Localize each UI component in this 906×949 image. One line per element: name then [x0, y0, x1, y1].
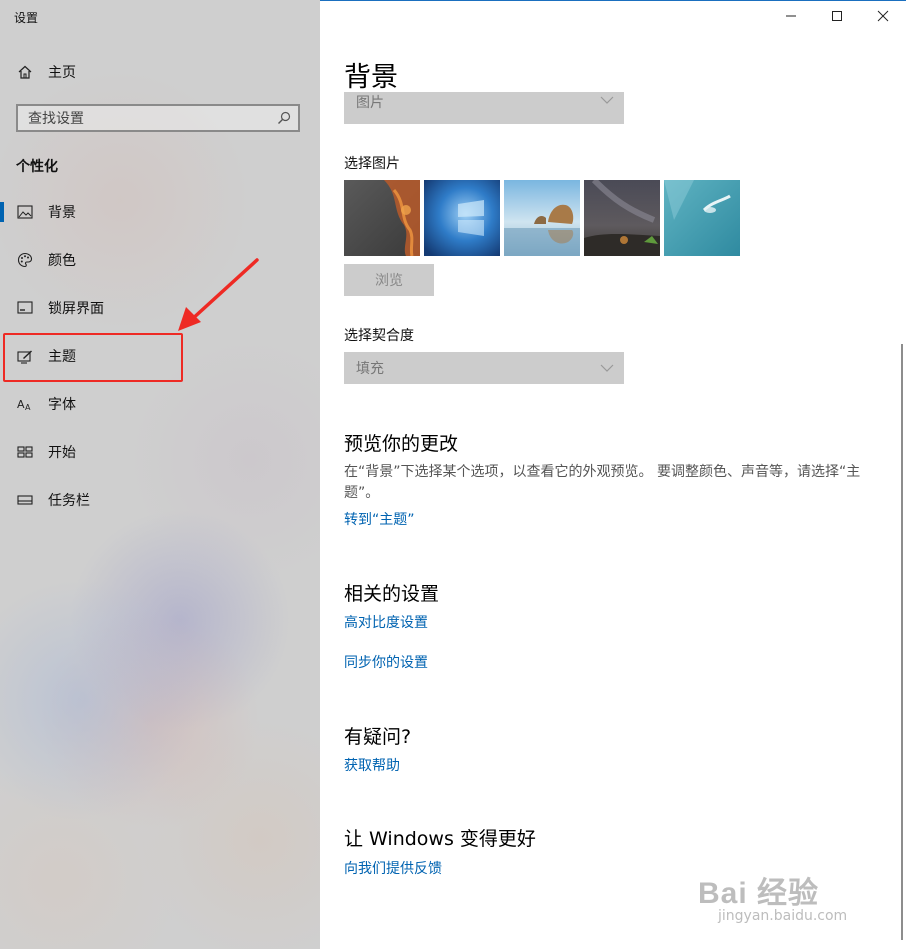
background-type-dropdown[interactable]: 图片	[344, 92, 624, 124]
wallpaper-thumbnail[interactable]	[504, 180, 580, 256]
sidebar-item-label: 开始	[48, 445, 76, 461]
sidebar-item-fonts[interactable]: AA 字体	[0, 384, 320, 424]
sidebar-item-label: 背景	[48, 205, 76, 221]
maximize-button[interactable]	[827, 6, 847, 26]
dropdown-value: 图片	[356, 95, 384, 111]
search-box[interactable]	[16, 104, 300, 132]
search-icon[interactable]	[276, 110, 292, 130]
wallpaper-thumbnail[interactable]	[584, 180, 660, 256]
sidebar-item-label: 锁屏界面	[48, 301, 104, 317]
page-title: 背景	[344, 62, 398, 93]
minimize-icon	[786, 15, 796, 17]
close-button[interactable]	[873, 6, 893, 26]
settings-sidebar: 设置 主页 个性化 背景 颜色 锁屏界面 主题	[0, 0, 320, 949]
dropdown-value: 填充	[356, 361, 384, 377]
related-settings-heading: 相关的设置	[344, 583, 440, 605]
nav-home-label: 主页	[48, 65, 76, 81]
annotation-highlight-box	[3, 333, 183, 382]
window-top-border	[320, 0, 906, 1]
go-to-themes-link[interactable]: 转到“主题”	[344, 509, 415, 529]
sidebar-item-label: 字体	[48, 397, 76, 413]
start-icon	[16, 443, 34, 461]
fit-dropdown[interactable]: 填充	[344, 352, 624, 384]
feedback-link[interactable]: 向我们提供反馈	[344, 858, 442, 878]
chevron-down-icon	[600, 364, 614, 372]
home-icon	[16, 63, 34, 81]
svg-text:A: A	[25, 403, 31, 411]
get-help-link[interactable]: 获取帮助	[344, 755, 400, 775]
sidebar-item-start[interactable]: 开始	[0, 432, 320, 472]
sync-settings-link[interactable]: 同步你的设置	[344, 652, 428, 672]
taskbar-icon	[16, 491, 34, 509]
nav-home[interactable]: 主页	[0, 52, 320, 92]
search-input[interactable]	[26, 109, 270, 129]
svg-text:A: A	[17, 398, 25, 411]
watermark-text: Bai 经验	[698, 877, 820, 910]
sidebar-item-background[interactable]: 背景	[0, 192, 320, 232]
wallpaper-thumbnail[interactable]	[424, 180, 500, 256]
image-icon	[16, 203, 34, 221]
wallpaper-thumbnail[interactable]	[664, 180, 740, 256]
question-heading: 有疑问?	[344, 726, 412, 748]
wallpaper-thumbnail[interactable]	[344, 180, 420, 256]
improve-windows-heading: 让 Windows 变得更好	[344, 828, 536, 850]
preview-heading: 预览你的更改	[344, 433, 459, 455]
sidebar-item-label: 任务栏	[48, 493, 90, 509]
close-icon	[877, 10, 889, 22]
scrollbar[interactable]	[901, 344, 903, 940]
sidebar-item-lock-screen[interactable]: 锁屏界面	[0, 288, 320, 328]
watermark-subtext: jingyan.baidu.com	[718, 908, 848, 924]
section-title: 个性化	[16, 159, 58, 175]
annotation-arrow-icon	[178, 258, 259, 331]
preview-description: 在“背景”下选择某个选项，以查看它的外观预览。 要调整颜色、声音等，请选择“主题…	[344, 464, 861, 501]
maximize-icon	[832, 11, 842, 21]
choose-fit-label: 选择契合度	[344, 328, 414, 344]
chevron-down-icon	[600, 96, 614, 104]
sidebar-item-taskbar[interactable]: 任务栏	[0, 480, 320, 520]
font-icon: AA	[16, 395, 34, 413]
high-contrast-link[interactable]: 高对比度设置	[344, 612, 428, 632]
lock-screen-icon	[16, 299, 34, 317]
baidu-watermark: Bai 经验 jingyan.baidu.com	[698, 852, 868, 932]
choose-picture-label: 选择图片	[344, 156, 400, 172]
minimize-button[interactable]	[781, 6, 801, 26]
sidebar-item-label: 颜色	[48, 253, 76, 269]
browse-button[interactable]: 浏览	[344, 264, 434, 296]
palette-icon	[16, 251, 34, 269]
sidebar-item-colors[interactable]: 颜色	[0, 240, 320, 280]
app-title: 设置	[14, 11, 39, 25]
